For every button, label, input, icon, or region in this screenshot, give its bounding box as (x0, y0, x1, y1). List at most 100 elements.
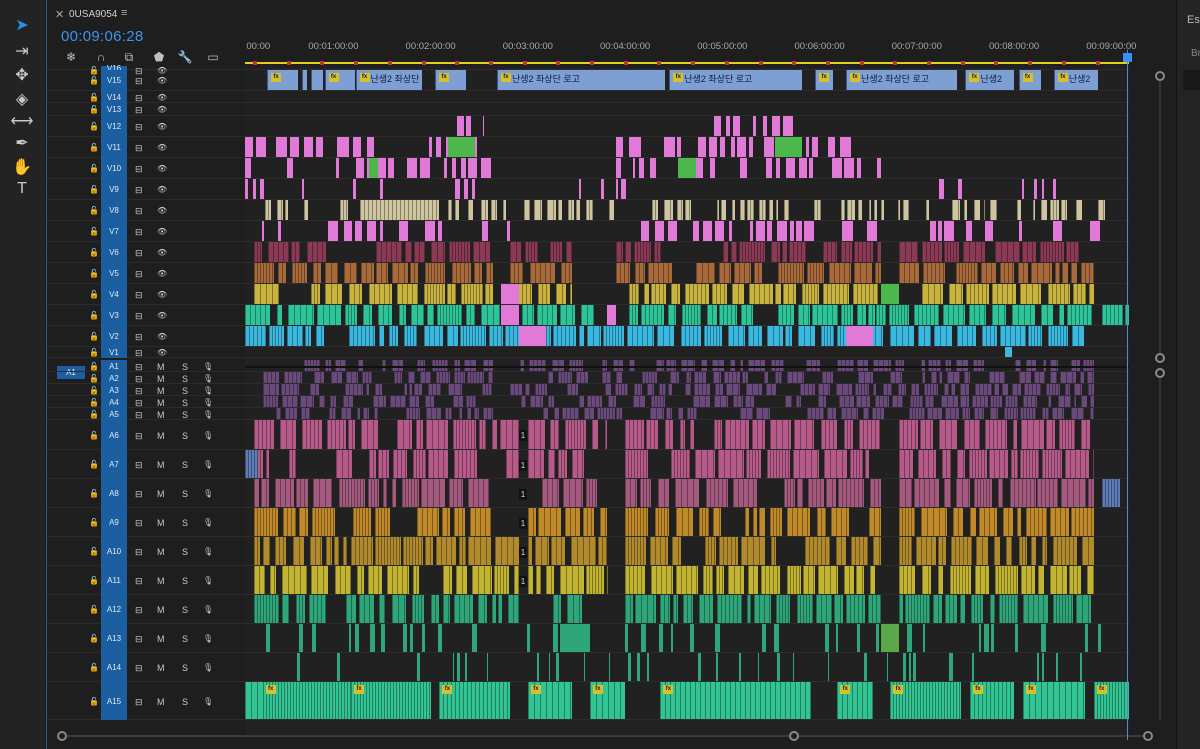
video-clip[interactable] (404, 242, 412, 262)
video-clip[interactable] (694, 158, 704, 178)
audio-clip[interactable] (745, 396, 754, 407)
audio-clip[interactable] (693, 384, 710, 395)
video-clip[interactable] (629, 137, 641, 157)
video-clip[interactable] (651, 284, 667, 304)
audio-clip[interactable] (262, 396, 279, 407)
audio-clip[interactable] (1088, 479, 1094, 507)
audio-clip[interactable] (527, 566, 534, 594)
audio-clip[interactable] (425, 537, 434, 565)
audio-clip[interactable] (1084, 624, 1088, 652)
video-clip[interactable] (933, 326, 953, 346)
audio-clip[interactable] (834, 595, 844, 623)
voice-over-icon[interactable]: 🎙 (203, 374, 213, 383)
voice-over-icon[interactable]: 🎙 (203, 460, 213, 469)
video-clip[interactable] (676, 200, 683, 220)
audio-clip[interactable] (358, 595, 375, 623)
lock-icon[interactable]: 🔓 (89, 576, 99, 585)
video-clip[interactable] (472, 179, 475, 199)
audio-clip[interactable] (914, 479, 940, 507)
video-clip[interactable] (399, 221, 409, 241)
solo-toggle[interactable]: S (182, 576, 188, 586)
audio-clip[interactable] (492, 420, 497, 449)
video-clip[interactable] (921, 284, 944, 304)
audio-clip[interactable] (1018, 372, 1031, 383)
scroll-center-handle[interactable] (789, 731, 799, 741)
video-clip[interactable] (1040, 305, 1053, 325)
video-clip[interactable] (739, 200, 746, 220)
audio-clip[interactable] (999, 595, 1019, 623)
video-clip[interactable] (764, 137, 774, 157)
audio-clip[interactable] (1071, 508, 1094, 536)
lock-icon[interactable]: 🔓 (89, 105, 99, 114)
audio-clip[interactable] (474, 408, 480, 419)
snap-icon[interactable]: ∩ (93, 50, 109, 64)
audio-clip[interactable] (822, 372, 833, 383)
video-clip[interactable] (1040, 242, 1064, 262)
audio-clip[interactable] (1056, 653, 1058, 681)
video-clip[interactable] (481, 158, 492, 178)
video-clip[interactable] (426, 305, 435, 325)
audio-clip[interactable] (766, 450, 791, 478)
video-clip[interactable] (1067, 305, 1092, 325)
audio-clip[interactable] (909, 396, 923, 407)
audio-clip[interactable] (413, 450, 426, 478)
audio-clip[interactable] (443, 595, 450, 623)
audio-clip[interactable] (458, 537, 467, 565)
video-clip[interactable] (856, 158, 862, 178)
track-lane-v12[interactable] (245, 116, 1129, 137)
video-clip[interactable] (438, 221, 443, 241)
audio-clip[interactable] (714, 396, 728, 407)
audio-clip[interactable] (759, 508, 766, 536)
audio-clip[interactable] (260, 479, 270, 507)
video-clip[interactable] (465, 305, 476, 325)
audio-clip[interactable] (769, 508, 783, 536)
video-clip[interactable] (510, 263, 524, 283)
mute-toggle[interactable]: M (157, 634, 165, 644)
audio-clip[interactable] (582, 508, 595, 536)
video-clip[interactable] (429, 137, 433, 157)
audio-clip[interactable] (561, 408, 579, 419)
video-clip[interactable] (481, 221, 488, 241)
lock-icon[interactable]: 🔓 (89, 332, 99, 341)
lock-icon[interactable]: 🔓 (89, 374, 99, 383)
audio-clip[interactable] (338, 479, 366, 507)
audio-clip[interactable] (753, 508, 758, 536)
video-clip[interactable] (490, 200, 497, 220)
audio-clip[interactable] (695, 450, 715, 478)
audio-clip[interactable] (774, 372, 782, 383)
audio-clip[interactable] (616, 372, 622, 383)
video-clip[interactable] (311, 284, 320, 304)
audio-clip[interactable] (403, 537, 424, 565)
audio-clip[interactable] (633, 384, 642, 395)
audio-clip[interactable]: fx (589, 682, 626, 719)
track-lane-a14[interactable] (245, 653, 1129, 682)
audio-clip[interactable] (831, 508, 849, 536)
audio-clip[interactable] (1041, 537, 1048, 565)
audio-clip[interactable] (642, 372, 657, 383)
track-target-v8[interactable]: V8 (101, 200, 127, 221)
track-target-v6[interactable]: V6 (101, 242, 127, 263)
video-clip[interactable] (586, 200, 594, 220)
audio-clip[interactable] (471, 566, 493, 594)
video-clip[interactable] (899, 263, 919, 283)
audio-clip[interactable] (984, 624, 989, 652)
audio-clip[interactable] (576, 372, 588, 383)
audio-clip[interactable] (547, 396, 554, 407)
audio-clip[interactable] (245, 682, 263, 719)
solo-toggle[interactable]: S (182, 697, 188, 707)
audio-clip[interactable] (916, 537, 937, 565)
video-clip[interactable] (965, 221, 973, 241)
video-clip[interactable] (710, 158, 716, 178)
video-clip[interactable] (316, 305, 342, 325)
audio-clip[interactable] (826, 479, 836, 507)
audio-clip[interactable] (970, 595, 984, 623)
audio-clip[interactable] (535, 384, 547, 395)
video-clip[interactable] (616, 242, 624, 262)
video-clip[interactable] (324, 263, 339, 283)
audio-clip[interactable] (956, 450, 965, 478)
audio-clip[interactable] (859, 420, 881, 449)
video-clip[interactable] (641, 305, 665, 325)
audio-clip[interactable] (564, 420, 586, 449)
audio-clip[interactable] (442, 508, 451, 536)
video-clip[interactable] (1089, 221, 1100, 241)
